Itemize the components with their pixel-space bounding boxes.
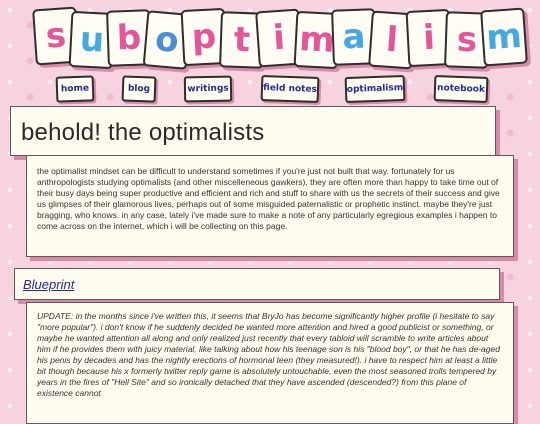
nav-writings-button[interactable]: writings: [183, 75, 233, 103]
nav-field-notes-button[interactable]: field notes: [260, 74, 320, 104]
page-title: behold! the optimalists: [21, 119, 265, 146]
intro-card: the optimalist mindset can be difficult …: [26, 155, 514, 257]
main-nav: home blog writings field notes optimalis…: [0, 72, 540, 104]
nav-blog-button[interactable]: blog: [121, 75, 157, 103]
logo-letter-tile: m: [480, 7, 528, 67]
nav-optimalism-button[interactable]: optimalism: [344, 74, 406, 104]
entry-update-card: UPDATE: in the months since i've written…: [26, 302, 514, 424]
page-title-card: behold! the optimalists: [10, 106, 496, 156]
update-text: UPDATE: in the months since i've written…: [37, 311, 500, 398]
nav-notebook-button[interactable]: notebook: [433, 75, 489, 103]
entry-heading-card: Blueprint: [14, 268, 500, 300]
nav-home-button[interactable]: home: [55, 75, 95, 103]
blueprint-link[interactable]: Blueprint: [15, 269, 499, 292]
intro-text: the optimalist mindset can be difficult …: [37, 166, 500, 231]
site-logo-tiles: s u b o p t i m a l i s m: [0, 0, 540, 70]
